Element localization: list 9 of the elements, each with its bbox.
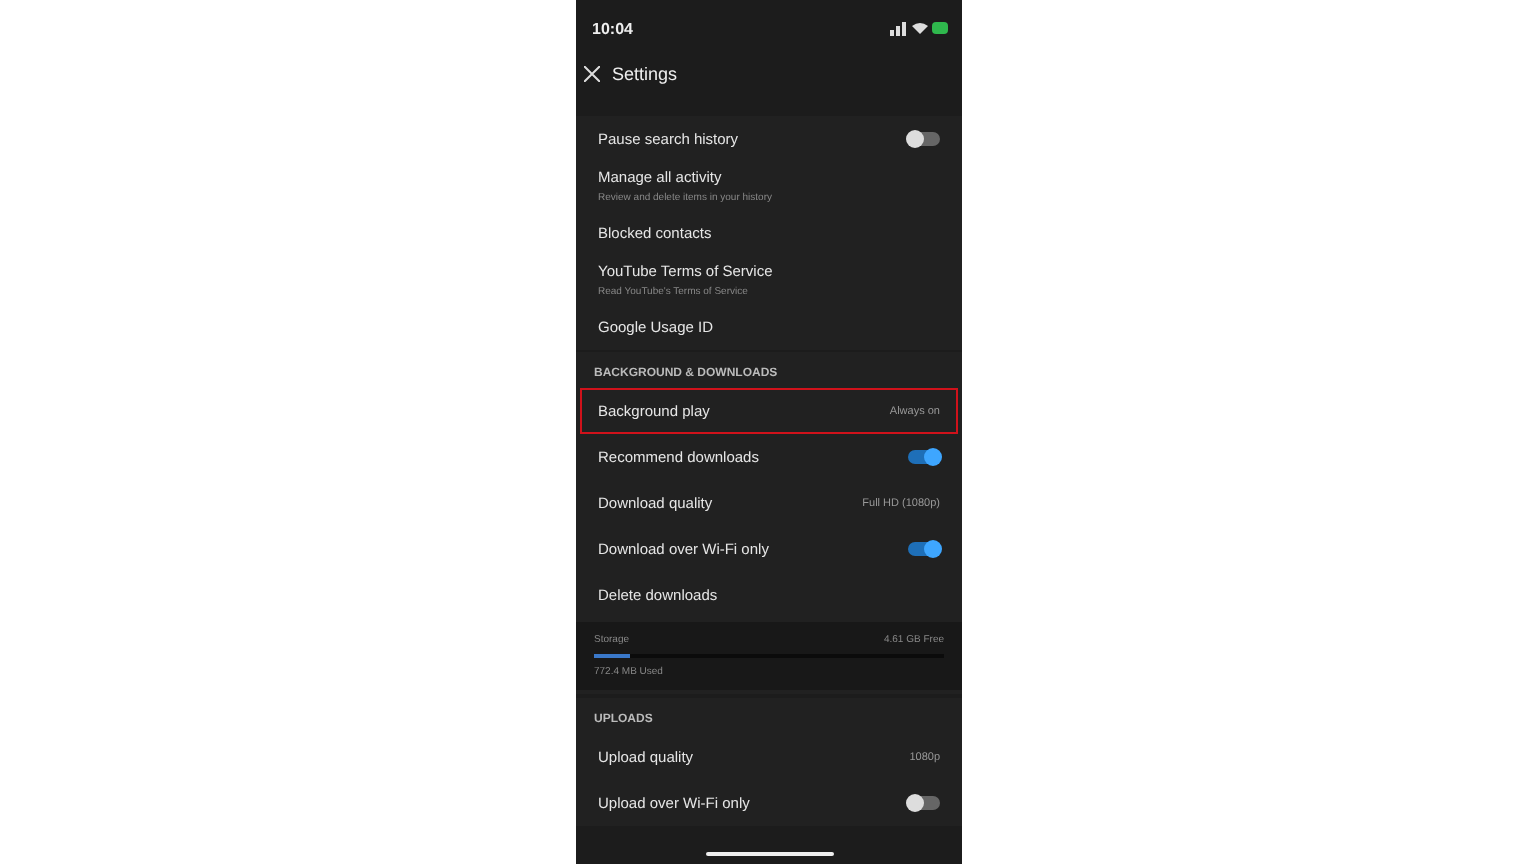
page-title: Settings bbox=[612, 64, 678, 84]
toggle-switch[interactable] bbox=[908, 796, 940, 810]
toggle-switch[interactable] bbox=[908, 132, 940, 146]
close-icon[interactable] bbox=[584, 66, 600, 82]
toggle-switch[interactable] bbox=[908, 542, 940, 556]
status-time: 10:04 bbox=[592, 19, 633, 37]
home-indicator bbox=[705, 852, 833, 856]
status-icons bbox=[890, 20, 950, 36]
toggle-switch[interactable] bbox=[908, 450, 940, 464]
